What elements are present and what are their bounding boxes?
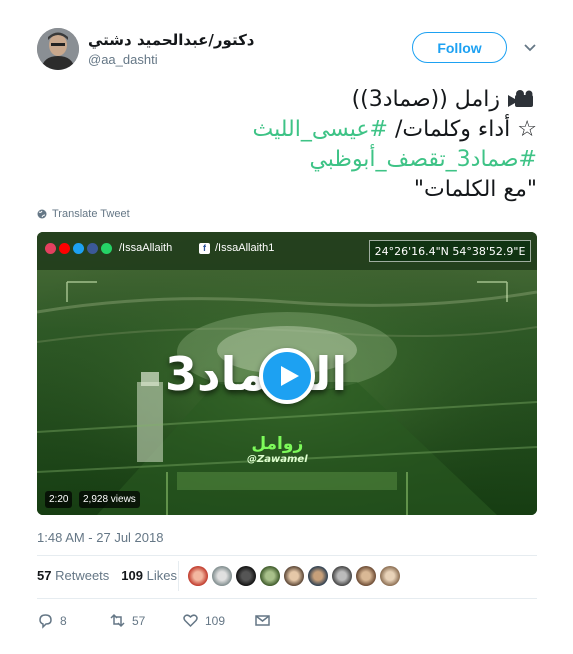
retweets-stat[interactable]: 57 Retweets [37,568,109,583]
tweet-timestamp[interactable]: 1:48 AM - 27 Jul 2018 [37,530,163,545]
retweets-count: 57 [37,568,52,583]
globe-icon [37,209,47,219]
tweet-actions: 8 57 109 [37,612,337,632]
likes-count: 109 [121,568,143,583]
retweet-count: 57 [132,613,146,628]
video-player[interactable]: /IssaAllaith f /IssaAllaith1 24°26'16.4"… [37,232,537,515]
like-button[interactable]: 109 [182,612,225,629]
follow-button[interactable]: Follow [412,32,507,63]
play-icon [281,366,299,386]
liker-avatars [188,566,400,586]
avatar[interactable] [236,566,256,586]
reply-icon [39,614,52,629]
tweet-title: زامل ((صماد3)) [351,87,500,112]
direct-message-button[interactable] [254,612,271,629]
social-icons: /IssaAllaith [45,242,172,254]
divider [37,598,537,599]
facebook-icon [87,242,98,254]
video-overlay-title: الصماد3 [165,347,348,401]
tweet-line-2: ☆ أداء وكلمات/ #عيسى_الليث [37,115,537,145]
avatar[interactable] [260,566,280,586]
likes-stat[interactable]: 109 Likes [121,568,177,583]
tweet-credits-text: ☆ أداء وكلمات/ [388,117,537,142]
author-handle[interactable]: @aa_dashti [88,52,158,67]
retweet-icon [110,613,125,628]
avatar-image [37,28,79,70]
avatar[interactable] [37,28,79,70]
avatar[interactable] [284,566,304,586]
zawamel-logo: زوامل @Zawamel [247,434,308,465]
tweet-stats: 57 Retweets 109 Likes [37,568,177,583]
tweet-line-4: "مع الكلمات" [413,177,537,202]
avatar[interactable] [308,566,328,586]
tweet-card: دكتور/عبدالحميد دشتي @aa_dashti Follow ز… [0,0,573,654]
reply-count: 8 [60,613,67,628]
retweet-button[interactable]: 57 [109,612,145,629]
avatar[interactable] [332,566,352,586]
video-camera-icon [508,90,533,107]
zawamel-logo-latin: @Zawamel [247,454,308,465]
divider [37,555,537,556]
reply-button[interactable]: 8 [37,612,67,629]
divider [178,561,179,591]
social-handle: /IssaAllaith [119,242,173,254]
likes-label: Likes [146,568,177,583]
author-display-name[interactable]: دكتور/عبدالحميد دشتي [88,31,255,49]
coordinates-label: 24°26'16.4"N 54°38'52.9"E [369,240,531,262]
youtube-icon [59,242,70,254]
avatar[interactable] [212,566,232,586]
translate-tweet-link[interactable]: Translate Tweet [37,208,130,220]
facebook-icon: f [199,242,210,254]
tweet-line-3: #صماد3_تقصف_أبوظبي [37,145,537,175]
like-count: 109 [205,613,226,628]
chevron-down-icon[interactable] [522,40,538,56]
zawamel-logo-arabic: زوامل [251,434,304,454]
twitter-icon [73,242,84,254]
tweet-line-1: زامل ((صماد3)) [37,85,537,115]
hashtag-link[interactable]: #عيسى_الليث [252,117,388,142]
facebook-handle: f /IssaAllaith1 [199,242,274,254]
heart-icon [183,614,198,628]
play-button[interactable] [259,348,315,404]
tweet-text: زامل ((صماد3)) ☆ أداء وكلمات/ #عيسى_اللي… [37,85,537,205]
video-duration: 2:20 [45,491,73,508]
instagram-icon [45,242,56,254]
envelope-icon [255,615,270,626]
facebook-handle-text: /IssaAllaith1 [215,242,275,254]
telegram-icon [101,242,112,254]
avatar[interactable] [356,566,376,586]
hashtag-link[interactable]: #صماد3_تقصف_أبوظبي [309,147,537,172]
avatar[interactable] [380,566,400,586]
translate-label: Translate Tweet [52,208,130,220]
video-view-count: 2,928 views [79,491,140,508]
retweets-label: Retweets [55,568,110,583]
avatar[interactable] [188,566,208,586]
